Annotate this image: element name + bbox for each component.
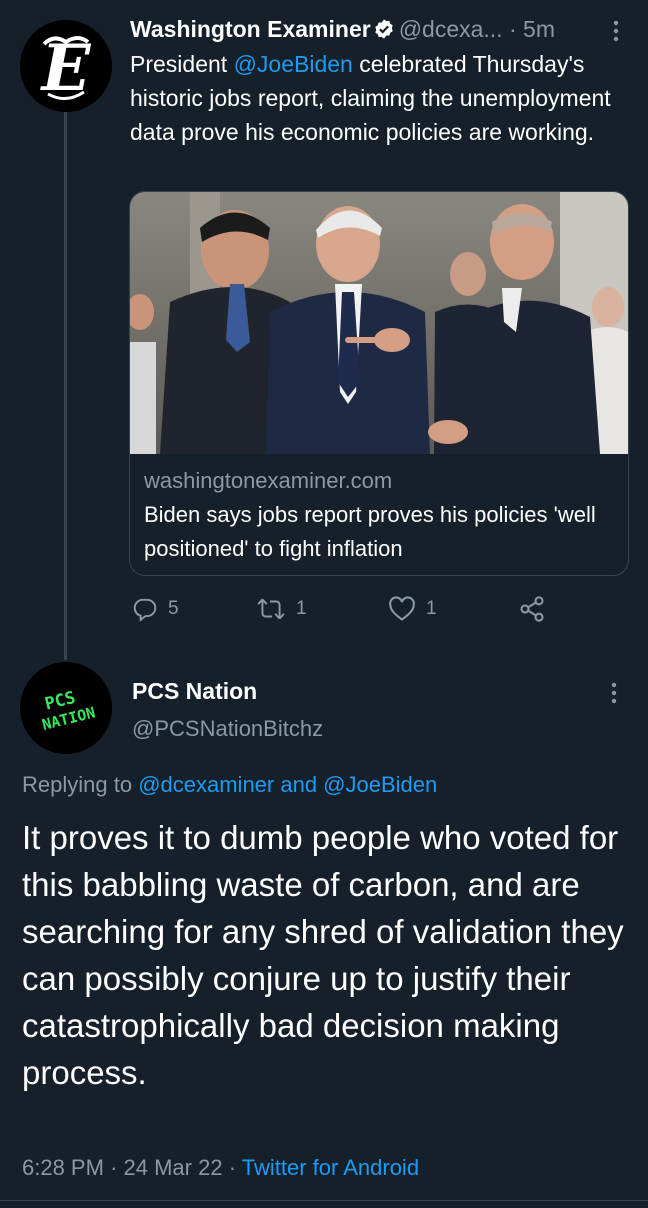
more-options-icon[interactable] (608, 16, 624, 46)
heart-icon (389, 596, 415, 621)
retweet-icon (257, 598, 285, 620)
author-name[interactable]: Washington Examiner (130, 16, 371, 42)
replying-to-line: Replying to @dcexaminer and @JoeBiden (22, 772, 437, 798)
mention-link[interactable]: @JoeBiden (234, 51, 353, 77)
share-icon (520, 596, 544, 622)
card-title: Biden says jobs report proves his polici… (144, 502, 596, 561)
retweet-button[interactable]: 1 (256, 592, 307, 626)
washington-examiner-logo-icon: E (20, 20, 112, 112)
like-button[interactable]: 1 (388, 592, 437, 626)
verified-badge-icon (374, 19, 393, 39)
divider (0, 1200, 648, 1201)
share-button[interactable] (518, 592, 546, 626)
thread-connector-line (64, 112, 67, 660)
replying-prefix: Replying to (22, 772, 139, 797)
reply-author-handle[interactable]: @PCSNationBitchz (132, 716, 323, 742)
meta-separator-2: · (228, 1155, 237, 1180)
like-count: 1 (426, 598, 437, 619)
tweet-time-ago[interactable]: 5m (523, 16, 555, 42)
reply-meta: 6:28 PM · 24 Mar 22 · Twitter for Androi… (22, 1155, 419, 1181)
retweet-count: 1 (296, 598, 307, 619)
reply-icon (133, 598, 157, 622)
reply-count: 5 (168, 598, 179, 619)
reply-more-options-icon[interactable] (606, 678, 622, 708)
tweet-header: Washington Examiner @dcexa... · 5m (130, 14, 630, 44)
reply-source[interactable]: Twitter for Android (242, 1155, 419, 1180)
card-domain: washingtonexaminer.com (144, 468, 393, 493)
article-photo (130, 192, 628, 454)
washington-examiner-avatar[interactable]: E (20, 20, 112, 112)
reply-date[interactable]: 24 Mar 22 (124, 1155, 223, 1180)
author-handle[interactable]: @dcexa... (399, 16, 503, 42)
replying-to-mentions[interactable]: @dcexaminer and @JoeBiden (138, 772, 437, 797)
reply-author-name[interactable]: PCS Nation (132, 678, 257, 705)
reply-button[interactable]: 5 (132, 592, 179, 626)
meta-separator-1: · (110, 1155, 118, 1180)
reply-text: It proves it to dumb people who voted fo… (22, 819, 624, 1091)
separator-dot: · (508, 16, 517, 42)
tweet-text: President @JoeBiden celebrated Thursday'… (130, 47, 630, 149)
link-preview-card[interactable]: washingtonexaminer.com Biden says jobs r… (129, 191, 629, 576)
tweet-text-prefix: President (130, 51, 234, 77)
pcs-nation-avatar[interactable]: PCS NATION (20, 662, 112, 754)
pcs-nation-logo-icon: PCS NATION (20, 662, 112, 754)
reply-time[interactable]: 6:28 PM (22, 1155, 104, 1180)
